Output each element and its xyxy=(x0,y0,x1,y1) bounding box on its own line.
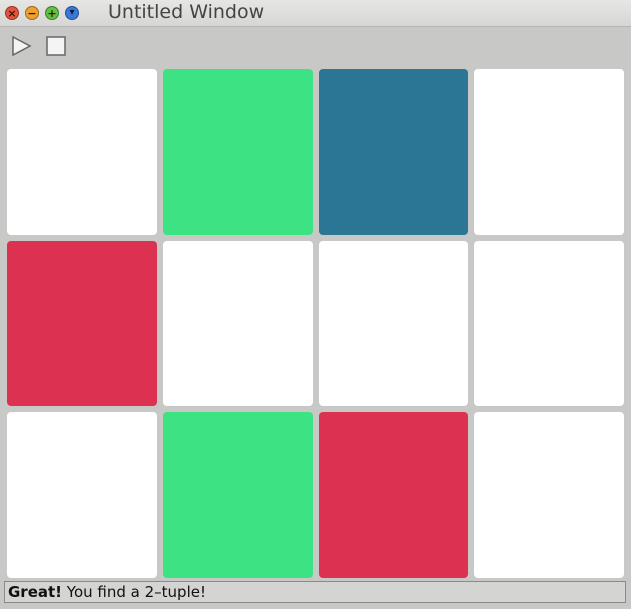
stop-icon xyxy=(46,36,66,56)
card-1-2[interactable] xyxy=(163,69,313,235)
minimize-window-button[interactable]: − xyxy=(25,6,39,20)
window-title: Untitled Window xyxy=(108,1,265,23)
status-bar: Great! You find a 2–tuple! xyxy=(4,581,626,603)
card-2-1[interactable] xyxy=(7,241,157,406)
status-highlight: Great! xyxy=(8,583,63,601)
close-icon: × xyxy=(7,6,17,20)
card-1-4[interactable] xyxy=(474,69,624,235)
maximize-icon: + xyxy=(47,6,57,20)
card-2-3[interactable] xyxy=(319,241,468,406)
maximize-window-button[interactable]: + xyxy=(45,6,59,20)
play-icon xyxy=(12,35,32,57)
card-2-4[interactable] xyxy=(474,241,624,406)
card-3-4[interactable] xyxy=(474,412,624,578)
close-window-button[interactable]: × xyxy=(5,6,19,20)
card-3-1[interactable] xyxy=(7,412,157,578)
play-button[interactable] xyxy=(10,35,32,57)
card-2-2[interactable] xyxy=(163,241,313,406)
card-3-3[interactable] xyxy=(319,412,468,578)
minimize-icon: − xyxy=(27,6,37,20)
title-bar: × − + ▾ Untitled Window xyxy=(0,0,631,27)
window-menu-button[interactable]: ▾ xyxy=(65,6,79,20)
app-window: × − + ▾ Untitled Window Great! You find … xyxy=(0,0,631,609)
status-message: You find a 2–tuple! xyxy=(62,583,206,601)
card-1-3[interactable] xyxy=(319,69,468,235)
toolbar xyxy=(0,27,631,65)
stop-button[interactable] xyxy=(45,35,67,57)
chevron-down-icon: ▾ xyxy=(69,7,75,18)
card-grid xyxy=(7,69,624,578)
card-1-1[interactable] xyxy=(7,69,157,235)
card-3-2[interactable] xyxy=(163,412,313,578)
